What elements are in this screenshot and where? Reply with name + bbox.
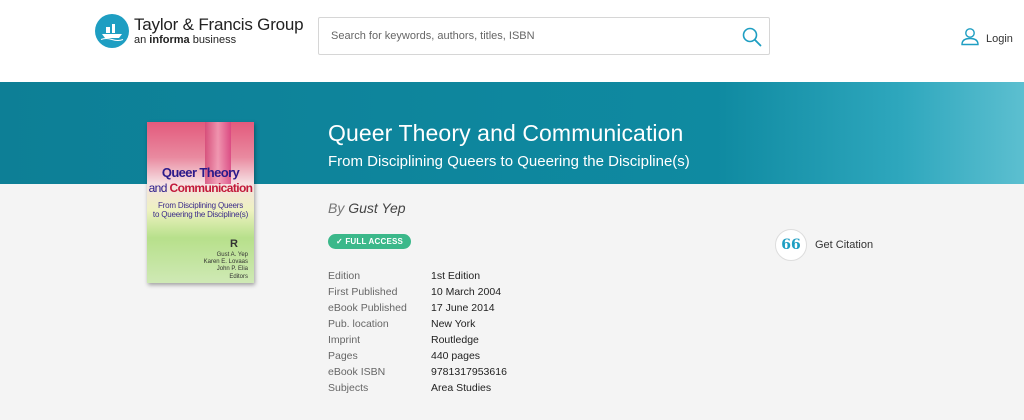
author-name[interactable]: Gust Yep: [348, 200, 405, 216]
detail-label: First Published: [328, 286, 398, 298]
login-label: Login: [986, 32, 1013, 45]
author-byline: By Gust Yep: [328, 200, 406, 216]
cover-subtitle: From Disciplining Queers to Queering the…: [152, 201, 249, 220]
login-button[interactable]: Login: [960, 26, 1013, 51]
detail-label: Imprint: [328, 334, 361, 346]
detail-value: 9781317953616: [431, 366, 507, 378]
cover-title-line2: and Communication: [148, 181, 253, 195]
site-header: Taylor & Francis Group an informa busine…: [0, 0, 1024, 82]
detail-value: Routledge: [431, 334, 479, 346]
detail-value: 440 pages: [431, 350, 481, 362]
detail-value: 1st Edition: [431, 270, 481, 282]
detail-value: 17 June 2014: [431, 302, 495, 314]
search-icon[interactable]: [741, 26, 763, 48]
logo-main-text: Taylor & Francis Group: [134, 14, 304, 34]
book-subtitle: From Disciplining Queers to Queering the…: [328, 153, 690, 170]
logo-sub-text: an informa business: [134, 34, 237, 47]
detail-label: Pages: [328, 350, 358, 362]
detail-value: Area Studies: [431, 382, 492, 394]
taylor-francis-logo[interactable]: Taylor & Francis Group an informa busine…: [95, 14, 304, 48]
quote-icon: 66: [775, 229, 807, 261]
book-cover: Queer Theory and Communication From Disc…: [147, 122, 254, 283]
logo-ship-icon: [95, 14, 129, 48]
search-input[interactable]: [319, 18, 729, 54]
get-citation-button[interactable]: 66 Get Citation: [775, 229, 873, 261]
get-citation-label: Get Citation: [815, 239, 874, 251]
detail-label: eBook ISBN: [328, 366, 386, 378]
search-box: [318, 17, 770, 55]
by-label: By: [328, 200, 345, 216]
cover-editors: Gust A. Yep Karen E. Lovaas John P. Elia…: [203, 252, 248, 280]
detail-label: Pub. location: [328, 318, 389, 330]
book-title: Queer Theory and Communication: [328, 120, 684, 146]
user-icon: [960, 26, 980, 51]
cover-title-line1: Queer Theory: [161, 165, 240, 180]
cover-publisher-mark: R: [230, 238, 238, 250]
detail-label: eBook Published: [328, 302, 407, 314]
full-access-badge: ✓ FULL ACCESS: [328, 234, 412, 249]
detail-value: 10 March 2004: [431, 286, 502, 298]
detail-value: New York: [431, 318, 476, 330]
detail-label: Edition: [328, 270, 361, 282]
detail-label: Subjects: [328, 382, 369, 394]
